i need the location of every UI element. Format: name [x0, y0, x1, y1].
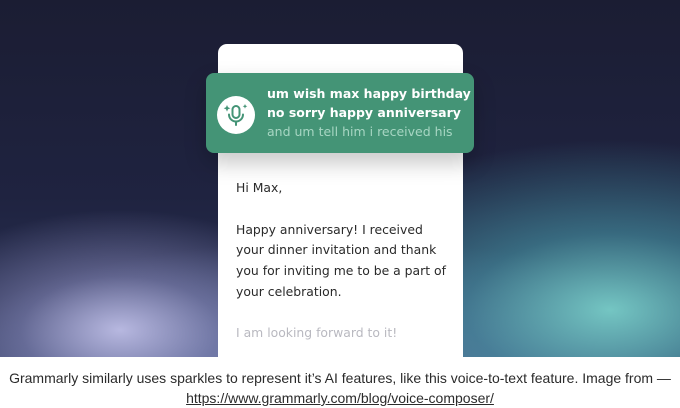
hero-image: Hi Max, Happy anniversary! I received yo…: [0, 0, 680, 357]
document-body: Hi Max, Happy anniversary! I received yo…: [236, 178, 458, 343]
voice-transcript: um wish max happy birthday no sorry happ…: [267, 84, 472, 141]
paragraph-line: your dinner invitation and thank: [236, 242, 437, 258]
transcript-pending-line: and um tell him i received his: [267, 124, 453, 139]
mic-button[interactable]: [217, 96, 255, 134]
paragraph-line: Happy anniversary! I received: [236, 221, 423, 237]
paragraph-line-faded: your celebration.: [236, 283, 342, 299]
transcript-line: um wish max happy birthday: [267, 86, 471, 101]
image-caption: Grammarly similarly uses sparkles to rep…: [0, 357, 680, 408]
microphone-sparkle-icon: [223, 104, 248, 126]
voice-composer-banner: um wish max happy birthday no sorry happ…: [206, 73, 474, 153]
greeting-text: Hi Max,: [236, 180, 283, 195]
transcript-line: no sorry happy anniversary: [267, 105, 461, 120]
caption-text: Grammarly similarly uses sparkles to rep…: [9, 370, 671, 386]
paragraph-line: you for inviting me to be a part of: [236, 263, 446, 279]
body-paragraph: Happy anniversary! I received your dinne…: [236, 220, 458, 303]
source-link[interactable]: https://www.grammarly.com/blog/voice-com…: [186, 390, 494, 406]
closing-text: I am looking forward to it!: [236, 324, 398, 340]
